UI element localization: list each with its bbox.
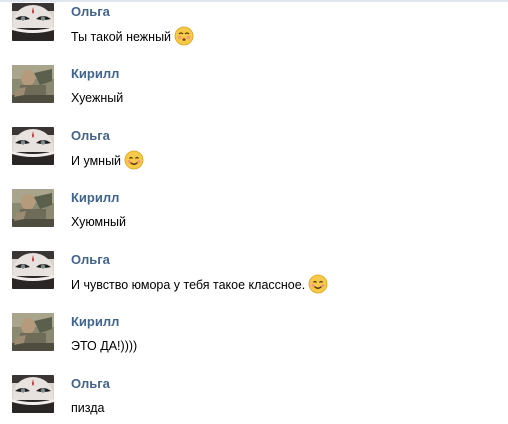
message-text-row: Хуежный: [71, 90, 123, 106]
author-name[interactable]: Ольга: [71, 252, 110, 268]
message-item: Кирилл Хуежный: [0, 62, 508, 124]
author-name[interactable]: Кирилл: [71, 314, 119, 330]
message-item: Кирилл Хуюмный: [0, 186, 508, 248]
message-text: И умный: [71, 154, 122, 168]
message-item: Ольга И умный: [0, 124, 508, 186]
message-item: Ольга И чувство юмора у тебя такое классн…: [0, 248, 508, 310]
message-item: Кирилл ЭТО ДА!)))): [0, 310, 508, 372]
avatar[interactable]: [12, 375, 54, 413]
author-name[interactable]: Кирилл: [71, 66, 119, 82]
message-text-row: Ты такой нежный: [71, 26, 194, 46]
message-text-row: ЭТО ДА!)))): [71, 338, 137, 354]
message-item: Ольга пизда: [0, 372, 508, 424]
smiling-face-icon: [124, 150, 144, 170]
smiling-face-icon: [308, 274, 328, 294]
avatar[interactable]: [12, 3, 54, 41]
avatar[interactable]: [12, 313, 54, 351]
avatar[interactable]: [12, 189, 54, 227]
message-text: пизда: [71, 401, 105, 415]
avatar[interactable]: [12, 251, 54, 289]
message-text-row: Хуюмный: [71, 214, 126, 230]
author-name[interactable]: Ольга: [71, 376, 110, 392]
chat-history: Ольга Ты такой нежный Кирилл Хуежный Ольга И …: [0, 0, 508, 424]
avatar[interactable]: [12, 65, 54, 103]
message-text: И чувство юмора у тебя такое классное.: [71, 278, 306, 292]
message-text-row: И чувство юмора у тебя такое классное.: [71, 274, 328, 294]
message-text: ЭТО ДА!)))): [71, 339, 138, 353]
message-text-row: пизда: [71, 400, 104, 416]
message-text: Хуежный: [71, 91, 124, 105]
author-name[interactable]: Ольга: [71, 4, 110, 20]
author-name[interactable]: Ольга: [71, 128, 110, 144]
message-text: Хуюмный: [71, 215, 127, 229]
author-name[interactable]: Кирилл: [71, 190, 119, 206]
avatar[interactable]: [12, 127, 54, 165]
message-item: Ольга Ты такой нежный: [0, 0, 508, 62]
message-text: Ты такой нежный: [71, 30, 172, 44]
kissing-face-icon: [174, 26, 194, 46]
message-text-row: И умный: [71, 150, 144, 170]
